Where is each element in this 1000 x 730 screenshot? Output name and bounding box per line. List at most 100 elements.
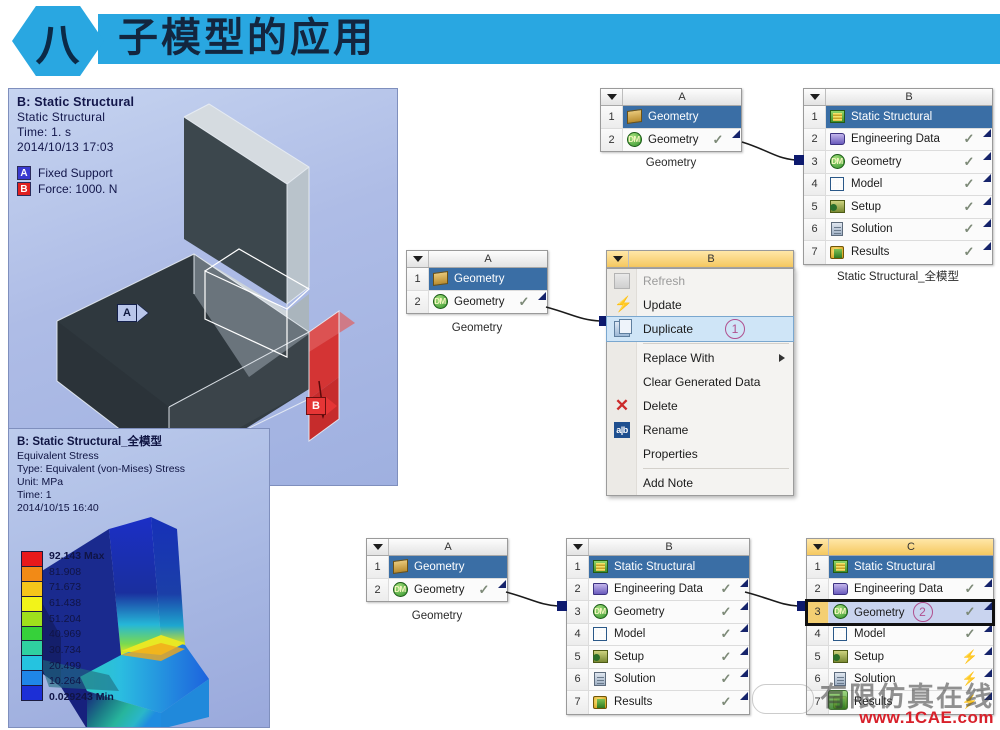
- table-row[interactable]: 1 Static Structural: [807, 556, 993, 579]
- row-number: 3: [807, 601, 829, 623]
- row-status-check-icon: ✓: [720, 671, 732, 687]
- row-number: 4: [804, 173, 826, 195]
- table-row[interactable]: 4 Model ✓: [567, 623, 749, 646]
- bc-a-chip: A: [17, 166, 31, 180]
- table-row[interactable]: 5 Setup ⚡: [807, 646, 993, 669]
- row-label: Geometry 2: [851, 601, 959, 622]
- viewport-equivalent-stress[interactable]: B: Static Structural_全模型 Equivalent Stre…: [8, 428, 270, 728]
- system-static-structural-mid[interactable]: B: [606, 250, 794, 270]
- viewport-time: Time: 1. s: [17, 125, 72, 139]
- step-number-badge: 2: [912, 601, 933, 622]
- color-bar-value: 30.734: [49, 643, 82, 656]
- color-bar-value: 81.908: [49, 565, 82, 578]
- viewport-legend-text: B: Static Structural Static Structural T…: [17, 95, 134, 196]
- table-row[interactable]: 2 DM Geometry ✓: [367, 578, 507, 601]
- dropdown-caret-icon[interactable]: [807, 539, 829, 555]
- boundary-condition-a: A Fixed Support: [17, 166, 134, 180]
- row-number: 7: [804, 241, 826, 264]
- dropdown-caret-icon[interactable]: [367, 539, 389, 555]
- menu-item[interactable]: Duplicate 1: [606, 316, 794, 342]
- marker-a-label: A: [117, 304, 137, 322]
- row-status-check-icon: ✓: [720, 694, 732, 710]
- row-icon-slot: DM: [589, 604, 611, 620]
- context-menu[interactable]: Refresh ⚡ Update Duplicate 1 Replace With Clea…: [606, 268, 794, 496]
- row-label: Solution: [851, 223, 893, 236]
- model-icon: [593, 627, 607, 642]
- row-label: Results: [614, 696, 653, 709]
- table-row[interactable]: 4 Model ✓: [807, 623, 993, 646]
- system-header[interactable]: A: [367, 539, 507, 556]
- color-bar-band: [22, 552, 42, 567]
- row-icon-slot: [829, 560, 851, 574]
- table-row[interactable]: 4 Model ✓: [804, 173, 992, 196]
- row-icon-slot: [389, 559, 411, 575]
- color-bar-value: 20.499: [49, 659, 82, 672]
- row-icon-slot: [589, 560, 611, 574]
- table-row[interactable]: 2 Engineering Data ✓: [807, 578, 993, 601]
- menu-item[interactable]: a|b Rename: [607, 418, 793, 442]
- table-row[interactable]: 6 Solution ✓: [804, 218, 992, 241]
- menu-item[interactable]: Properties: [607, 442, 793, 466]
- row-status-check-icon: ✓: [963, 198, 975, 214]
- table-row[interactable]: 5 Setup ✓: [804, 196, 992, 219]
- table-row[interactable]: 3 DM Geometry 2 ✓: [805, 599, 995, 626]
- bc-b-label: Force: 1000. N: [38, 182, 118, 196]
- step-number-badge: 1: [725, 319, 745, 339]
- table-row[interactable]: 1 Static Structural: [804, 106, 992, 129]
- dropdown-caret-icon[interactable]: [607, 251, 629, 267]
- menu-item[interactable]: ✕ Delete: [607, 394, 793, 418]
- dropdown-caret-icon[interactable]: [407, 251, 429, 267]
- table-row[interactable]: 2 DM Geometry ✓: [601, 128, 741, 151]
- submenu-arrow-icon: [779, 354, 785, 362]
- row-icon-slot: DM: [829, 604, 851, 620]
- row-icon-slot: DM: [389, 582, 411, 598]
- table-row[interactable]: 2 DM Geometry ✓: [407, 290, 547, 313]
- table-row[interactable]: 7 Results ✓: [804, 241, 992, 264]
- row-icon-slot: [589, 695, 611, 709]
- geometry-box-icon: [432, 271, 448, 287]
- row-label: Geometry: [614, 605, 665, 618]
- row-icon-slot: [623, 109, 645, 125]
- system-header[interactable]: B: [804, 89, 992, 106]
- menu-item[interactable]: Replace With: [607, 346, 793, 370]
- table-row[interactable]: 1 Geometry: [367, 556, 507, 579]
- table-row[interactable]: 3 DM Geometry ✓: [804, 151, 992, 174]
- system-header-highlighted[interactable]: C: [807, 539, 993, 556]
- table-row[interactable]: 2 Engineering Data ✓: [567, 578, 749, 601]
- design-modeler-icon: DM: [832, 604, 848, 620]
- rename-icon: a|b: [614, 422, 630, 438]
- system-static-structural-bottom[interactable]: B 1 Static Structural 2 Engineering Data ✓ 3 D…: [566, 538, 750, 715]
- viewport-static-structural[interactable]: B: Static Structural Static Structural T…: [8, 88, 398, 486]
- row-label: Solution: [614, 673, 656, 686]
- dropdown-caret-icon[interactable]: [804, 89, 826, 105]
- system-header-highlighted[interactable]: B: [607, 251, 793, 268]
- row-status-check-icon: ✓: [963, 131, 975, 147]
- table-row[interactable]: 1 Geometry: [407, 268, 547, 291]
- menu-item-label: Rename: [643, 423, 689, 437]
- table-row[interactable]: 1 Geometry: [601, 106, 741, 129]
- table-row[interactable]: 7 Results ✓: [567, 691, 749, 714]
- table-row[interactable]: 6 Solution ✓: [567, 668, 749, 691]
- table-row[interactable]: 2 Engineering Data ✓: [804, 128, 992, 151]
- system-rows: 1 Geometry 2 DM Geometry ✓: [367, 556, 507, 601]
- system-geometry-bottom[interactable]: A 1 Geometry 2 DM Geometry ✓: [366, 538, 508, 602]
- dropdown-caret-icon[interactable]: [567, 539, 589, 555]
- menu-item[interactable]: Add Note: [607, 471, 793, 495]
- row-label: Static Structural: [614, 560, 696, 573]
- menu-separator: [643, 468, 789, 469]
- system-static-structural-top[interactable]: B 1 Static Structural 2 Engineering Data ✓ 3 D…: [803, 88, 993, 265]
- row-label: Geometry: [414, 560, 465, 573]
- menu-item[interactable]: ⚡ Update: [607, 293, 793, 317]
- table-row[interactable]: 3 DM Geometry ✓: [567, 601, 749, 624]
- system-header[interactable]: B: [567, 539, 749, 556]
- system-geometry-mid[interactable]: A 1 Geometry 2 DM Geometry ✓: [406, 250, 548, 314]
- system-header[interactable]: A: [407, 251, 547, 268]
- dropdown-caret-icon[interactable]: [601, 89, 623, 105]
- table-row[interactable]: 5 Setup ✓: [567, 646, 749, 669]
- static-structural-icon: [592, 560, 608, 574]
- row-label: Geometry: [454, 272, 505, 285]
- system-header[interactable]: A: [601, 89, 741, 106]
- table-row[interactable]: 1 Static Structural: [567, 556, 749, 579]
- system-geometry-top[interactable]: A 1 Geometry 2 DM Geometry ✓: [600, 88, 742, 152]
- menu-item[interactable]: Clear Generated Data: [607, 370, 793, 394]
